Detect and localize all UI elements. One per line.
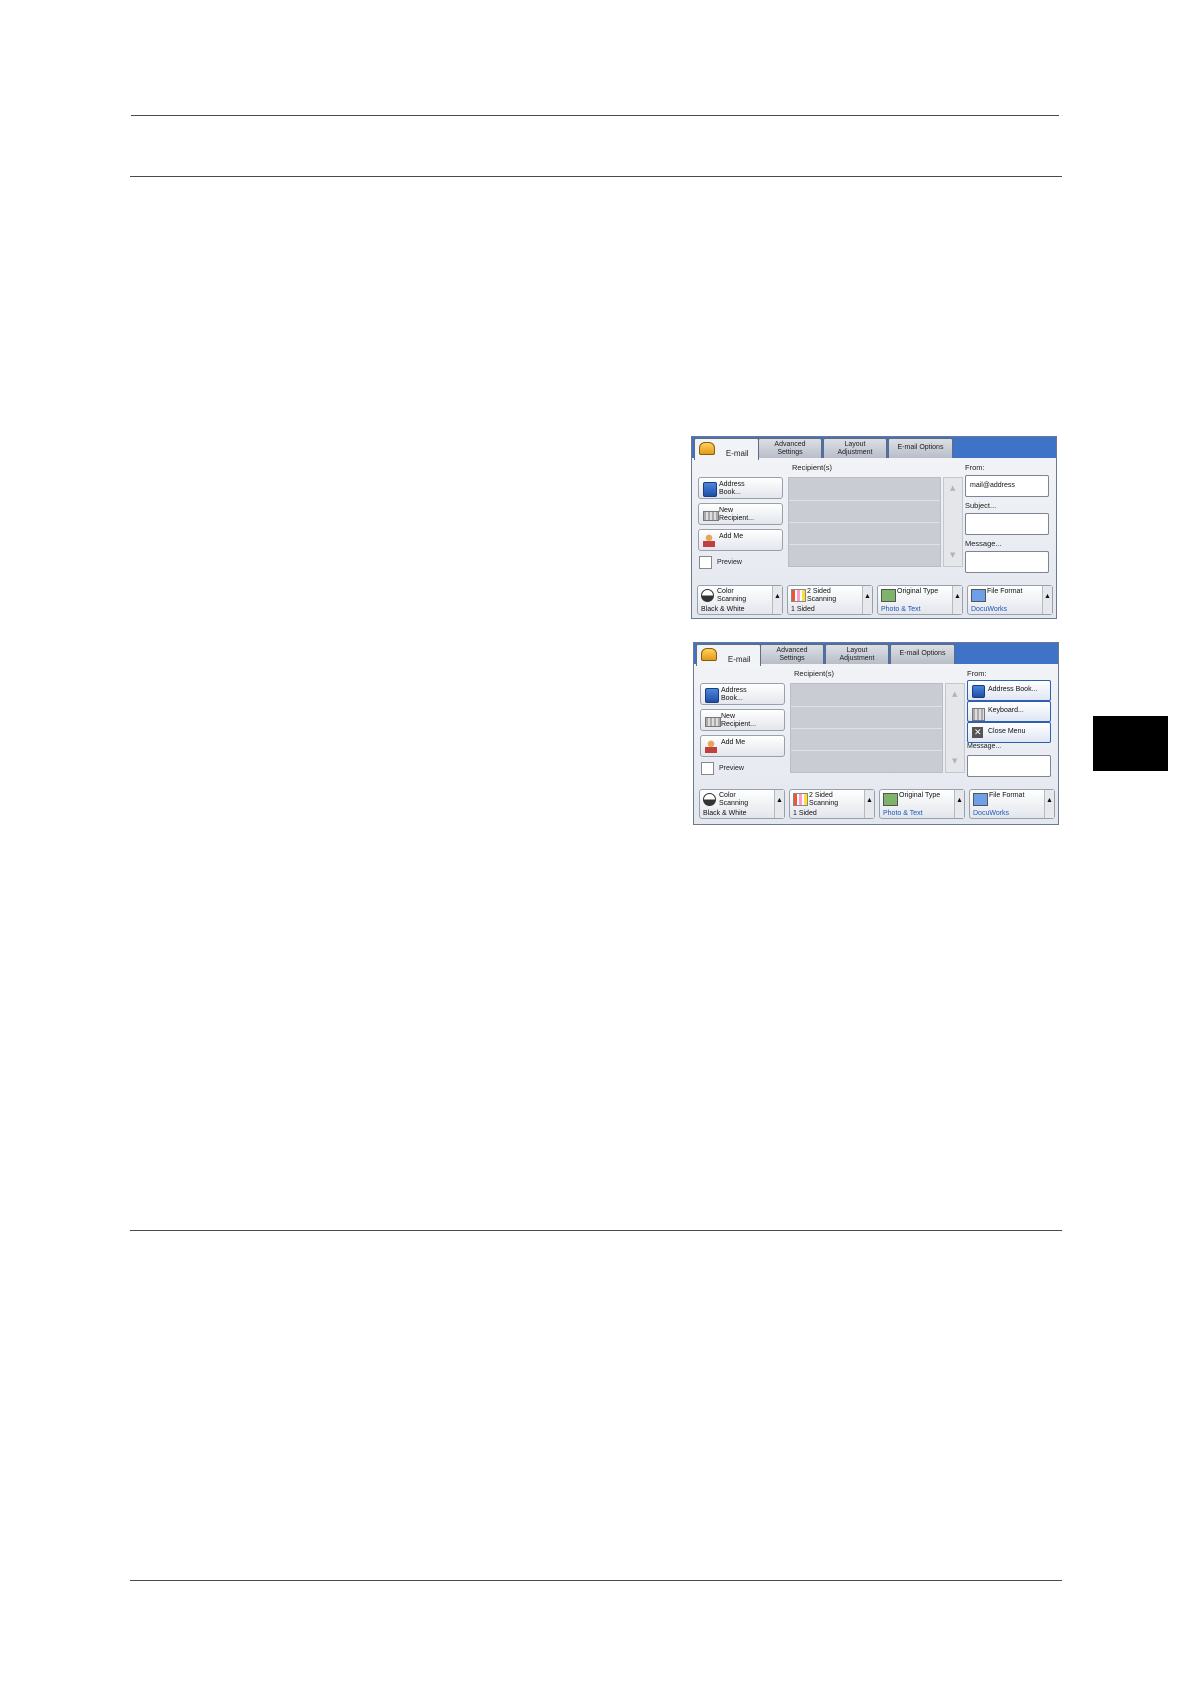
recipient-list[interactable] [790, 683, 943, 773]
two-sided-icon [791, 589, 806, 602]
header-rule-top [131, 115, 1059, 116]
two-sided-arrow[interactable]: ▲ [862, 586, 872, 614]
tab-advanced-settings[interactable]: Advanced Settings [760, 644, 824, 664]
keyboard-icon [703, 511, 719, 521]
address-book-button[interactable]: Address Book... [698, 477, 783, 499]
arrow-up-icon: ▲ [864, 593, 871, 600]
scroll-up-icon[interactable]: ▲ [952, 690, 957, 698]
two-sided-scanning-button[interactable]: 2 Sided Scanning 1 Sided ▲ [789, 789, 875, 819]
tab-layout-adjustment[interactable]: Layout Adjustment [825, 644, 889, 664]
original-type-arrow[interactable]: ▲ [952, 586, 962, 614]
person-icon [703, 534, 715, 547]
new-recipient-button[interactable]: New Recipient... [700, 709, 785, 731]
arrow-up-icon: ▲ [1044, 593, 1051, 600]
from-menu-keyboard[interactable]: Keyboard... [967, 701, 1051, 722]
two-sided-scanning-button[interactable]: 2 Sided Scanning 1 Sided ▲ [787, 585, 873, 615]
section-rule [130, 1230, 1062, 1231]
file-format-button[interactable]: File Format DocuWorks ▲ [969, 789, 1055, 819]
recipient-scrollbar[interactable]: ▲ ▼ [943, 477, 963, 567]
original-type-icon [883, 793, 898, 806]
color-scanning-arrow[interactable]: ▲ [772, 586, 782, 614]
from-menu-close[interactable]: Close Menu [967, 722, 1051, 743]
preview-label: Preview [719, 765, 744, 772]
recipient-list[interactable] [788, 477, 941, 567]
add-me-button[interactable]: Add Me [700, 735, 785, 757]
from-field[interactable]: mail@address [965, 475, 1049, 497]
email-screen-1: E-mail Advanced Settings Layout Adjustme… [691, 436, 1057, 619]
header-rule-bottom [130, 176, 1062, 177]
tab-email-options[interactable]: E-mail Options [890, 644, 955, 664]
scroll-up-icon[interactable]: ▲ [950, 484, 955, 492]
close-icon [972, 727, 983, 738]
address-book-button[interactable]: Address Book... [700, 683, 785, 705]
preview-label: Preview [717, 559, 742, 566]
from-label: From: [965, 463, 985, 472]
address-book-icon [972, 685, 985, 698]
color-scanning-arrow[interactable]: ▲ [774, 790, 784, 818]
file-format-arrow[interactable]: ▲ [1044, 790, 1054, 818]
original-type-arrow[interactable]: ▲ [954, 790, 964, 818]
person-icon [705, 740, 717, 753]
scroll-down-icon[interactable]: ▼ [950, 551, 955, 559]
email-icon [699, 442, 715, 455]
add-me-button[interactable]: Add Me [698, 529, 783, 551]
arrow-up-icon: ▲ [1046, 797, 1053, 804]
original-type-icon [881, 589, 896, 602]
tab-email[interactable]: E-mail [694, 438, 759, 460]
original-type-button[interactable]: Original Type Photo & Text ▲ [877, 585, 963, 615]
message-field[interactable] [967, 755, 1051, 777]
original-type-button[interactable]: Original Type Photo & Text ▲ [879, 789, 965, 819]
message-field[interactable] [965, 551, 1049, 573]
two-sided-arrow[interactable]: ▲ [864, 790, 874, 818]
tab-advanced-settings[interactable]: Advanced Settings [758, 438, 822, 458]
color-scanning-icon [703, 793, 716, 806]
recipient-scrollbar[interactable]: ▲ ▼ [945, 683, 965, 773]
arrow-up-icon: ▲ [866, 797, 873, 804]
two-sided-icon [793, 793, 808, 806]
file-format-arrow[interactable]: ▲ [1042, 586, 1052, 614]
arrow-up-icon: ▲ [776, 797, 783, 804]
keyboard-icon [972, 708, 985, 721]
subject-field[interactable] [965, 513, 1049, 535]
preview-checkbox[interactable] [699, 556, 712, 569]
message-label: Message... [965, 539, 1002, 548]
recipients-label: Recipient(s) [794, 669, 835, 678]
scroll-down-icon[interactable]: ▼ [952, 757, 957, 765]
file-format-icon [973, 793, 988, 806]
subject-label: Subject... [965, 501, 997, 510]
message-label: Message... [967, 743, 1002, 750]
footer-rule [130, 1580, 1062, 1581]
tab-email-options[interactable]: E-mail Options [888, 438, 953, 458]
email-screen-2: E-mail Advanced Settings Layout Adjustme… [693, 642, 1059, 825]
from-menu-address-book[interactable]: Address Book... [967, 680, 1051, 701]
color-scanning-button[interactable]: Color Scanning Black & White ▲ [699, 789, 785, 819]
arrow-up-icon: ▲ [774, 593, 781, 600]
color-scanning-icon [701, 589, 714, 602]
chapter-thumb-tab [1093, 716, 1168, 771]
file-format-icon [971, 589, 986, 602]
address-book-icon [705, 688, 719, 703]
recipients-label: Recipient(s) [792, 463, 833, 472]
arrow-up-icon: ▲ [954, 593, 961, 600]
keyboard-icon [705, 717, 721, 727]
arrow-up-icon: ▲ [956, 797, 963, 804]
tab-email[interactable]: E-mail [696, 644, 761, 666]
new-recipient-button[interactable]: New Recipient... [698, 503, 783, 525]
color-scanning-button[interactable]: Color Scanning Black & White ▲ [697, 585, 783, 615]
from-label: From: [967, 669, 987, 678]
file-format-button[interactable]: File Format DocuWorks ▲ [967, 585, 1053, 615]
tab-layout-adjustment[interactable]: Layout Adjustment [823, 438, 887, 458]
email-icon [701, 648, 717, 661]
address-book-icon [703, 482, 717, 497]
preview-checkbox[interactable] [701, 762, 714, 775]
